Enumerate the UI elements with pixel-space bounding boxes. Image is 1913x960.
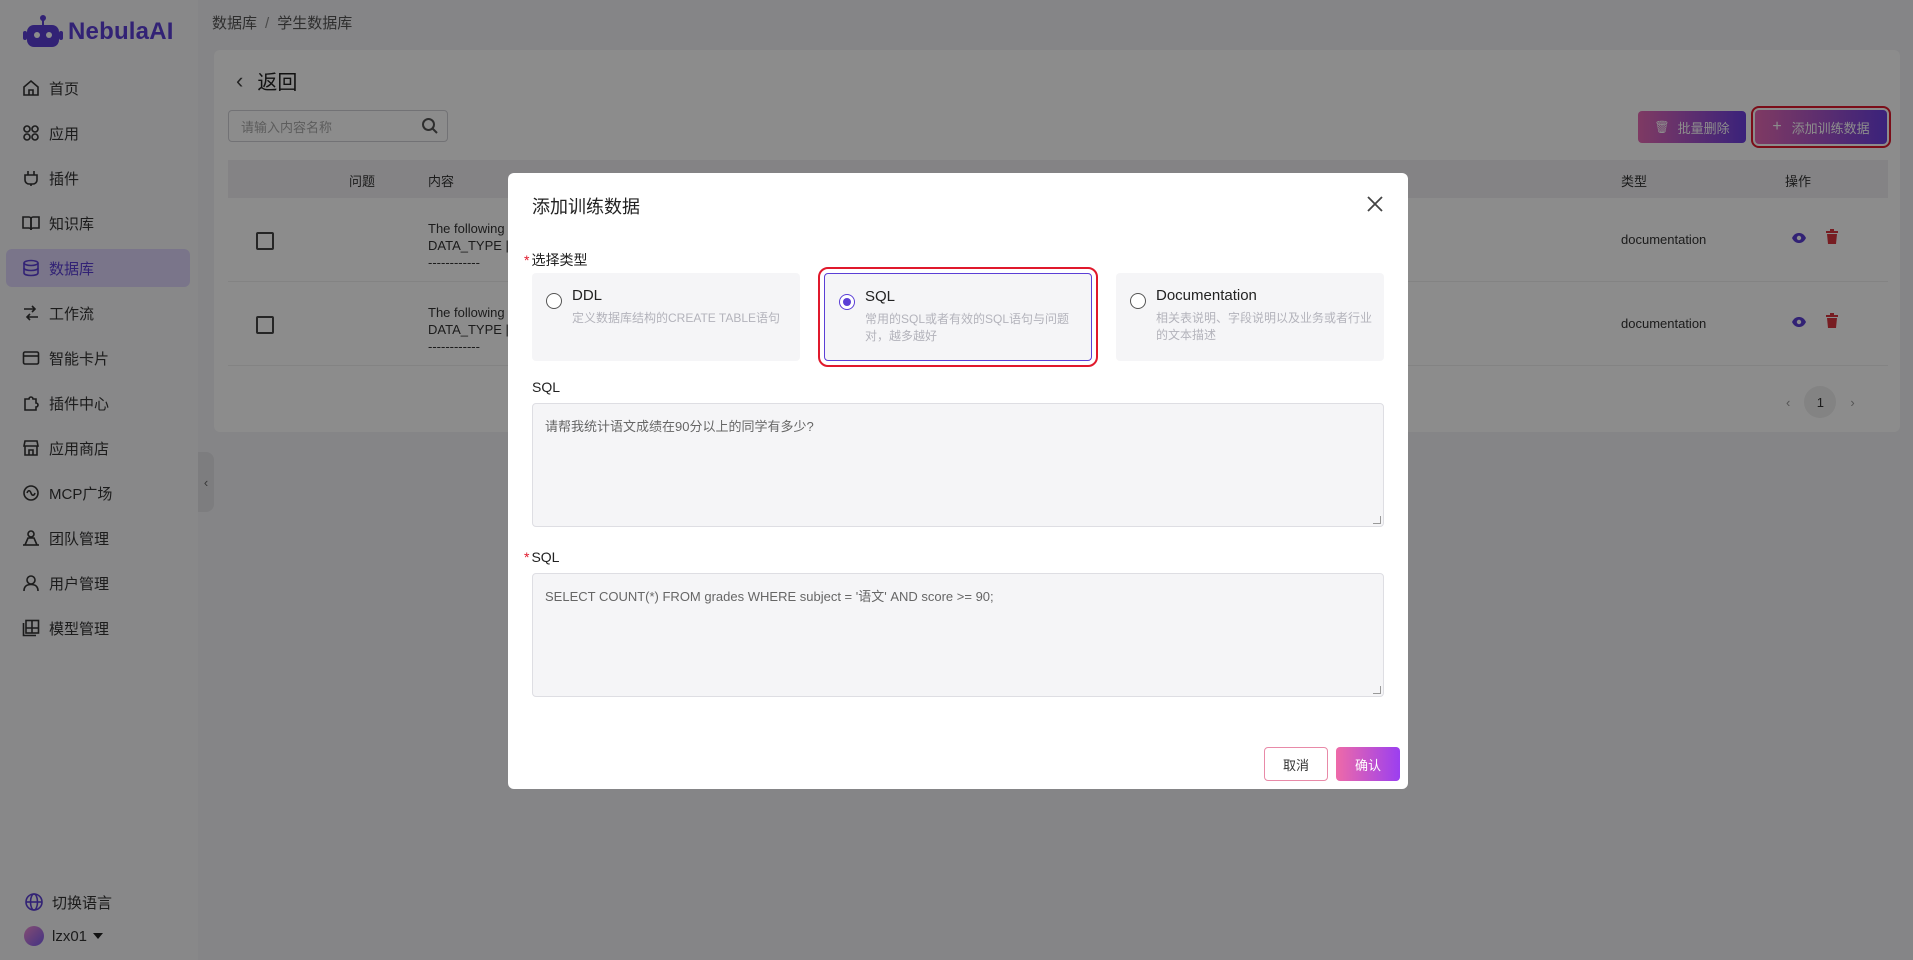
type-option-description: 常用的SQL或者有效的SQL语句与问题对，越多越好 bbox=[865, 312, 1070, 343]
sql-textarea[interactable]: SELECT COUNT(*) FROM grades WHERE subjec… bbox=[532, 573, 1384, 697]
resize-handle-icon[interactable] bbox=[1373, 686, 1381, 694]
required-marker: * bbox=[524, 549, 530, 565]
type-option-ddl[interactable]: DDL 定义数据库结构的CREATE TABLE语句 bbox=[532, 273, 800, 361]
close-icon[interactable] bbox=[1364, 193, 1386, 215]
type-option-documentation[interactable]: Documentation 相关表说明、字段说明以及业务或者行业的文本描述 bbox=[1116, 273, 1384, 361]
sql-field-label: * SQL bbox=[524, 549, 560, 565]
add-training-data-dialog: 添加训练数据 * 选择类型 DDL 定义数据库结构的CREATE TABLE语句 … bbox=[508, 173, 1408, 789]
dialog-title: 添加训练数据 bbox=[532, 197, 640, 217]
radio-button[interactable] bbox=[839, 294, 855, 310]
required-marker: * bbox=[524, 252, 530, 268]
sql-text: SELECT COUNT(*) FROM grades WHERE subjec… bbox=[545, 589, 994, 604]
question-text: 请帮我统计语文成绩在90分以上的同学有多少? bbox=[545, 419, 814, 434]
resize-handle-icon[interactable] bbox=[1373, 516, 1381, 524]
cancel-button[interactable]: 取消 bbox=[1264, 747, 1328, 781]
radio-button[interactable] bbox=[1130, 293, 1146, 309]
type-option-title: Documentation bbox=[1156, 287, 1257, 304]
question-textarea[interactable]: 请帮我统计语文成绩在90分以上的同学有多少? bbox=[532, 403, 1384, 527]
type-option-description: 相关表说明、字段说明以及业务或者行业的文本描述 bbox=[1156, 311, 1373, 342]
radio-button[interactable] bbox=[546, 293, 562, 309]
type-option-title: SQL bbox=[865, 288, 896, 305]
type-option-description: 定义数据库结构的CREATE TABLE语句 bbox=[572, 311, 781, 325]
type-option-title: DDL bbox=[572, 287, 603, 304]
confirm-button[interactable]: 确认 bbox=[1336, 747, 1400, 781]
type-option-sql[interactable]: SQL 常用的SQL或者有效的SQL语句与问题对，越多越好 bbox=[818, 267, 1098, 367]
question-field-label: SQL bbox=[532, 379, 561, 395]
type-field-label: * 选择类型 bbox=[524, 252, 588, 268]
